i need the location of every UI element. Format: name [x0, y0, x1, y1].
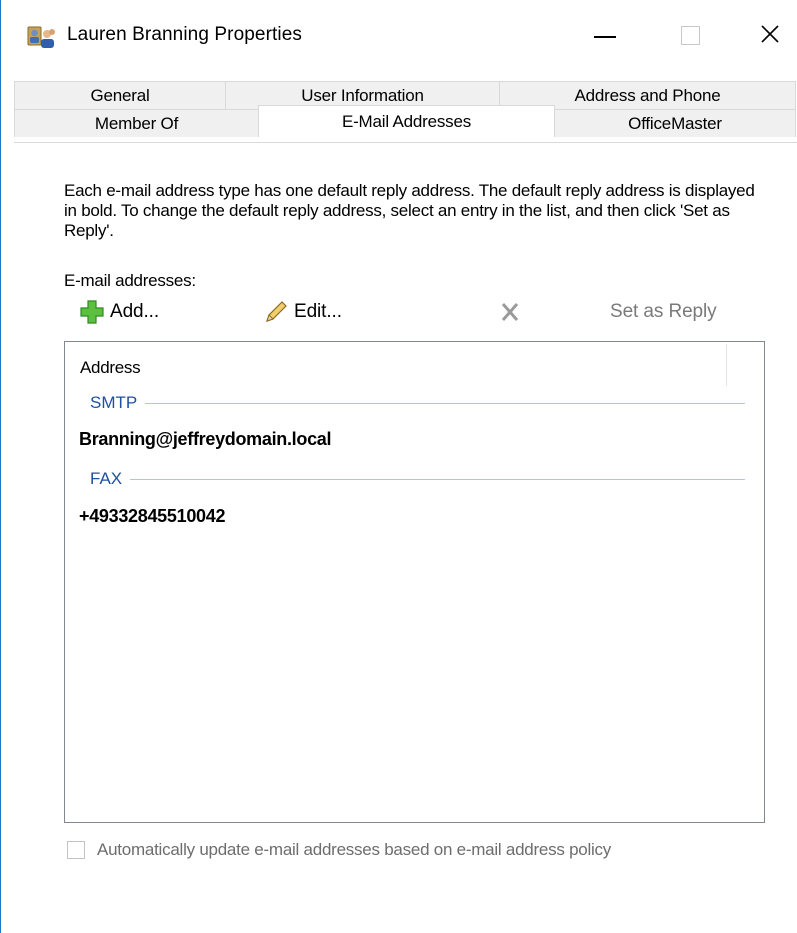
add-button[interactable]: Add... [78, 297, 159, 327]
tab-member-of[interactable]: Member Of [14, 109, 259, 137]
maximize-button[interactable] [659, 12, 719, 58]
remove-x-icon [501, 303, 519, 321]
edit-button-label: Edit... [294, 301, 342, 322]
column-header-address[interactable]: Address [80, 358, 141, 378]
set-as-reply-button[interactable]: Set as Reply [610, 297, 717, 327]
list-item-fax[interactable]: +49332845510042 [79, 506, 225, 527]
edit-button[interactable]: Edit... [262, 297, 342, 327]
users-icon [27, 26, 55, 48]
group-header-fax: FAX [90, 469, 745, 489]
email-address-list[interactable]: Address SMTP Branning@jeffreydomain.loca… [64, 341, 765, 823]
set-as-reply-label: Set as Reply [610, 301, 717, 322]
tab-officemaster[interactable]: OfficeMaster [554, 109, 796, 137]
auto-update-label: Automatically update e-mail addresses ba… [97, 840, 612, 859]
add-button-label: Add... [110, 301, 160, 322]
tab-general[interactable]: General [14, 81, 226, 109]
tab-row-bottom: Member Of E-Mail Addresses OfficeMaster [14, 105, 796, 137]
minimize-button[interactable] [578, 12, 638, 58]
description-text: Each e-mail address type has one default… [64, 181, 755, 240]
group-divider [145, 402, 745, 404]
group-label-smtp: SMTP [90, 393, 138, 412]
tab-email-addresses[interactable]: E-Mail Addresses [258, 105, 555, 137]
email-addresses-label: E-mail addresses: [64, 271, 196, 290]
title-bar[interactable]: Lauren Branning Properties [1, 0, 797, 64]
properties-window: Lauren Branning Properties General User … [0, 0, 797, 933]
pencil-icon [266, 301, 287, 322]
group-header-smtp: SMTP [90, 393, 745, 413]
close-icon [761, 25, 779, 43]
list-item-smtp[interactable]: Branning@jeffreydomain.local [79, 429, 332, 450]
window-title: Lauren Branning Properties [67, 24, 302, 45]
group-divider [130, 478, 745, 480]
plus-icon [80, 300, 104, 324]
close-button[interactable] [739, 12, 797, 58]
column-separator [726, 344, 727, 386]
remove-button[interactable] [496, 297, 528, 327]
group-label-fax: FAX [90, 469, 123, 488]
tab-panel-border [14, 142, 797, 143]
auto-update-checkbox[interactable] [67, 841, 85, 859]
